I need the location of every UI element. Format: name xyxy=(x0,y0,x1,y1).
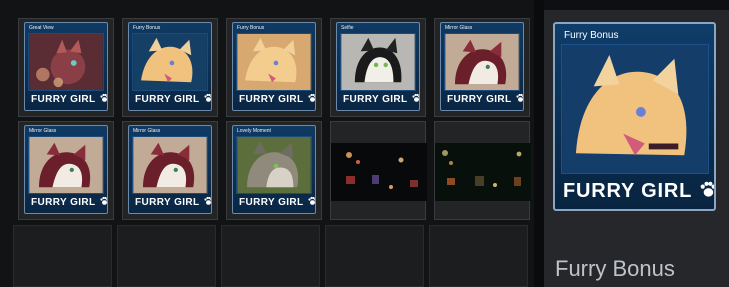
screenshot-dark-red[interactable] xyxy=(331,143,427,201)
card-logo: FURRY GIRL xyxy=(343,93,419,105)
trading-card[interactable]: Furry Bonus FURRY GIRL xyxy=(232,22,316,111)
paw-icon xyxy=(99,196,107,205)
preview-portrait xyxy=(561,44,709,174)
trading-card[interactable]: Lovely Moment FURRY GIRL xyxy=(232,125,316,214)
empty-slot xyxy=(13,225,112,287)
card-logo: FURRY GIRL xyxy=(447,93,523,105)
empty-slot xyxy=(117,225,216,287)
card-portrait xyxy=(132,33,208,91)
trading-card[interactable]: Mirror Glass FURRY GIRL xyxy=(128,125,212,214)
card-slot[interactable]: Mirror Glass FURRY GIRL xyxy=(18,121,114,220)
trading-card[interactable]: Selfie FURRY GIRL xyxy=(336,22,420,111)
empty-slot xyxy=(221,225,320,287)
card-title: Mirror Glass xyxy=(445,25,473,31)
detail-panel: Furry Bonus FURRY GIRL Furry Bonus xyxy=(544,10,729,287)
card-logo: FURRY GIRL xyxy=(239,196,315,208)
card-slot[interactable]: Lovely Moment FURRY GIRL xyxy=(226,121,322,220)
paw-icon xyxy=(203,196,211,205)
selected-card-name: Furry Bonus xyxy=(555,256,675,281)
panel-divider xyxy=(534,0,544,287)
empty-slot xyxy=(429,225,528,287)
trading-card[interactable]: Mirror Glass FURRY GIRL xyxy=(24,125,108,214)
card-portrait xyxy=(28,33,104,91)
screenshot-dark-green[interactable] xyxy=(435,143,531,201)
trading-card[interactable]: Furry Bonus FURRY GIRL xyxy=(128,22,212,111)
card-title: Furry Bonus xyxy=(237,25,265,31)
card-title: Mirror Glass xyxy=(29,128,57,134)
card-title: Lovely Moment xyxy=(237,128,271,134)
paw-icon xyxy=(307,93,315,102)
card-title: Mirror Glass xyxy=(133,128,161,134)
paw-icon xyxy=(411,93,419,102)
card-portrait xyxy=(340,33,416,91)
card-title: Furry Bonus xyxy=(133,25,161,31)
card-slot[interactable]: Selfie FURRY GIRL xyxy=(330,18,426,117)
card-grid: Great View FURRY GIRL Furry Bonus FURRY … xyxy=(0,0,534,287)
card-logo: FURRY GIRL xyxy=(135,93,211,105)
card-slot[interactable]: Mirror Glass FURRY GIRL xyxy=(122,121,218,220)
card-portrait xyxy=(28,136,104,194)
paw-icon xyxy=(515,93,523,102)
preview-logo: FURRY GIRL xyxy=(563,180,714,203)
trading-card[interactable]: Mirror Glass FURRY GIRL xyxy=(440,22,524,111)
card-slot[interactable]: Mirror Glass FURRY GIRL xyxy=(434,18,530,117)
card-slot[interactable]: Furry Bonus FURRY GIRL xyxy=(226,18,322,117)
card-logo: FURRY GIRL xyxy=(31,93,107,105)
card-portrait xyxy=(236,33,312,91)
paw-icon xyxy=(203,93,211,102)
card-portrait xyxy=(444,33,520,91)
card-slot[interactable]: Great View FURRY GIRL xyxy=(18,18,114,117)
paw-icon xyxy=(700,181,714,197)
card-slot[interactable]: Furry Bonus FURRY GIRL xyxy=(122,18,218,117)
card-logo: FURRY GIRL xyxy=(239,93,315,105)
trading-card[interactable]: Great View FURRY GIRL xyxy=(24,22,108,111)
paw-icon xyxy=(307,196,315,205)
preview-title: Furry Bonus xyxy=(564,30,619,41)
paw-icon xyxy=(99,93,107,102)
screenshot-slot[interactable] xyxy=(330,121,427,220)
card-title: Great View xyxy=(29,25,54,31)
card-portrait xyxy=(236,136,312,194)
card-portrait xyxy=(132,136,208,194)
screenshot-slot[interactable] xyxy=(434,121,531,220)
empty-slot xyxy=(325,225,424,287)
card-logo: FURRY GIRL xyxy=(31,196,107,208)
card-title: Selfie xyxy=(341,25,354,31)
selected-card-preview: Furry Bonus FURRY GIRL xyxy=(553,22,716,211)
card-logo: FURRY GIRL xyxy=(135,196,211,208)
